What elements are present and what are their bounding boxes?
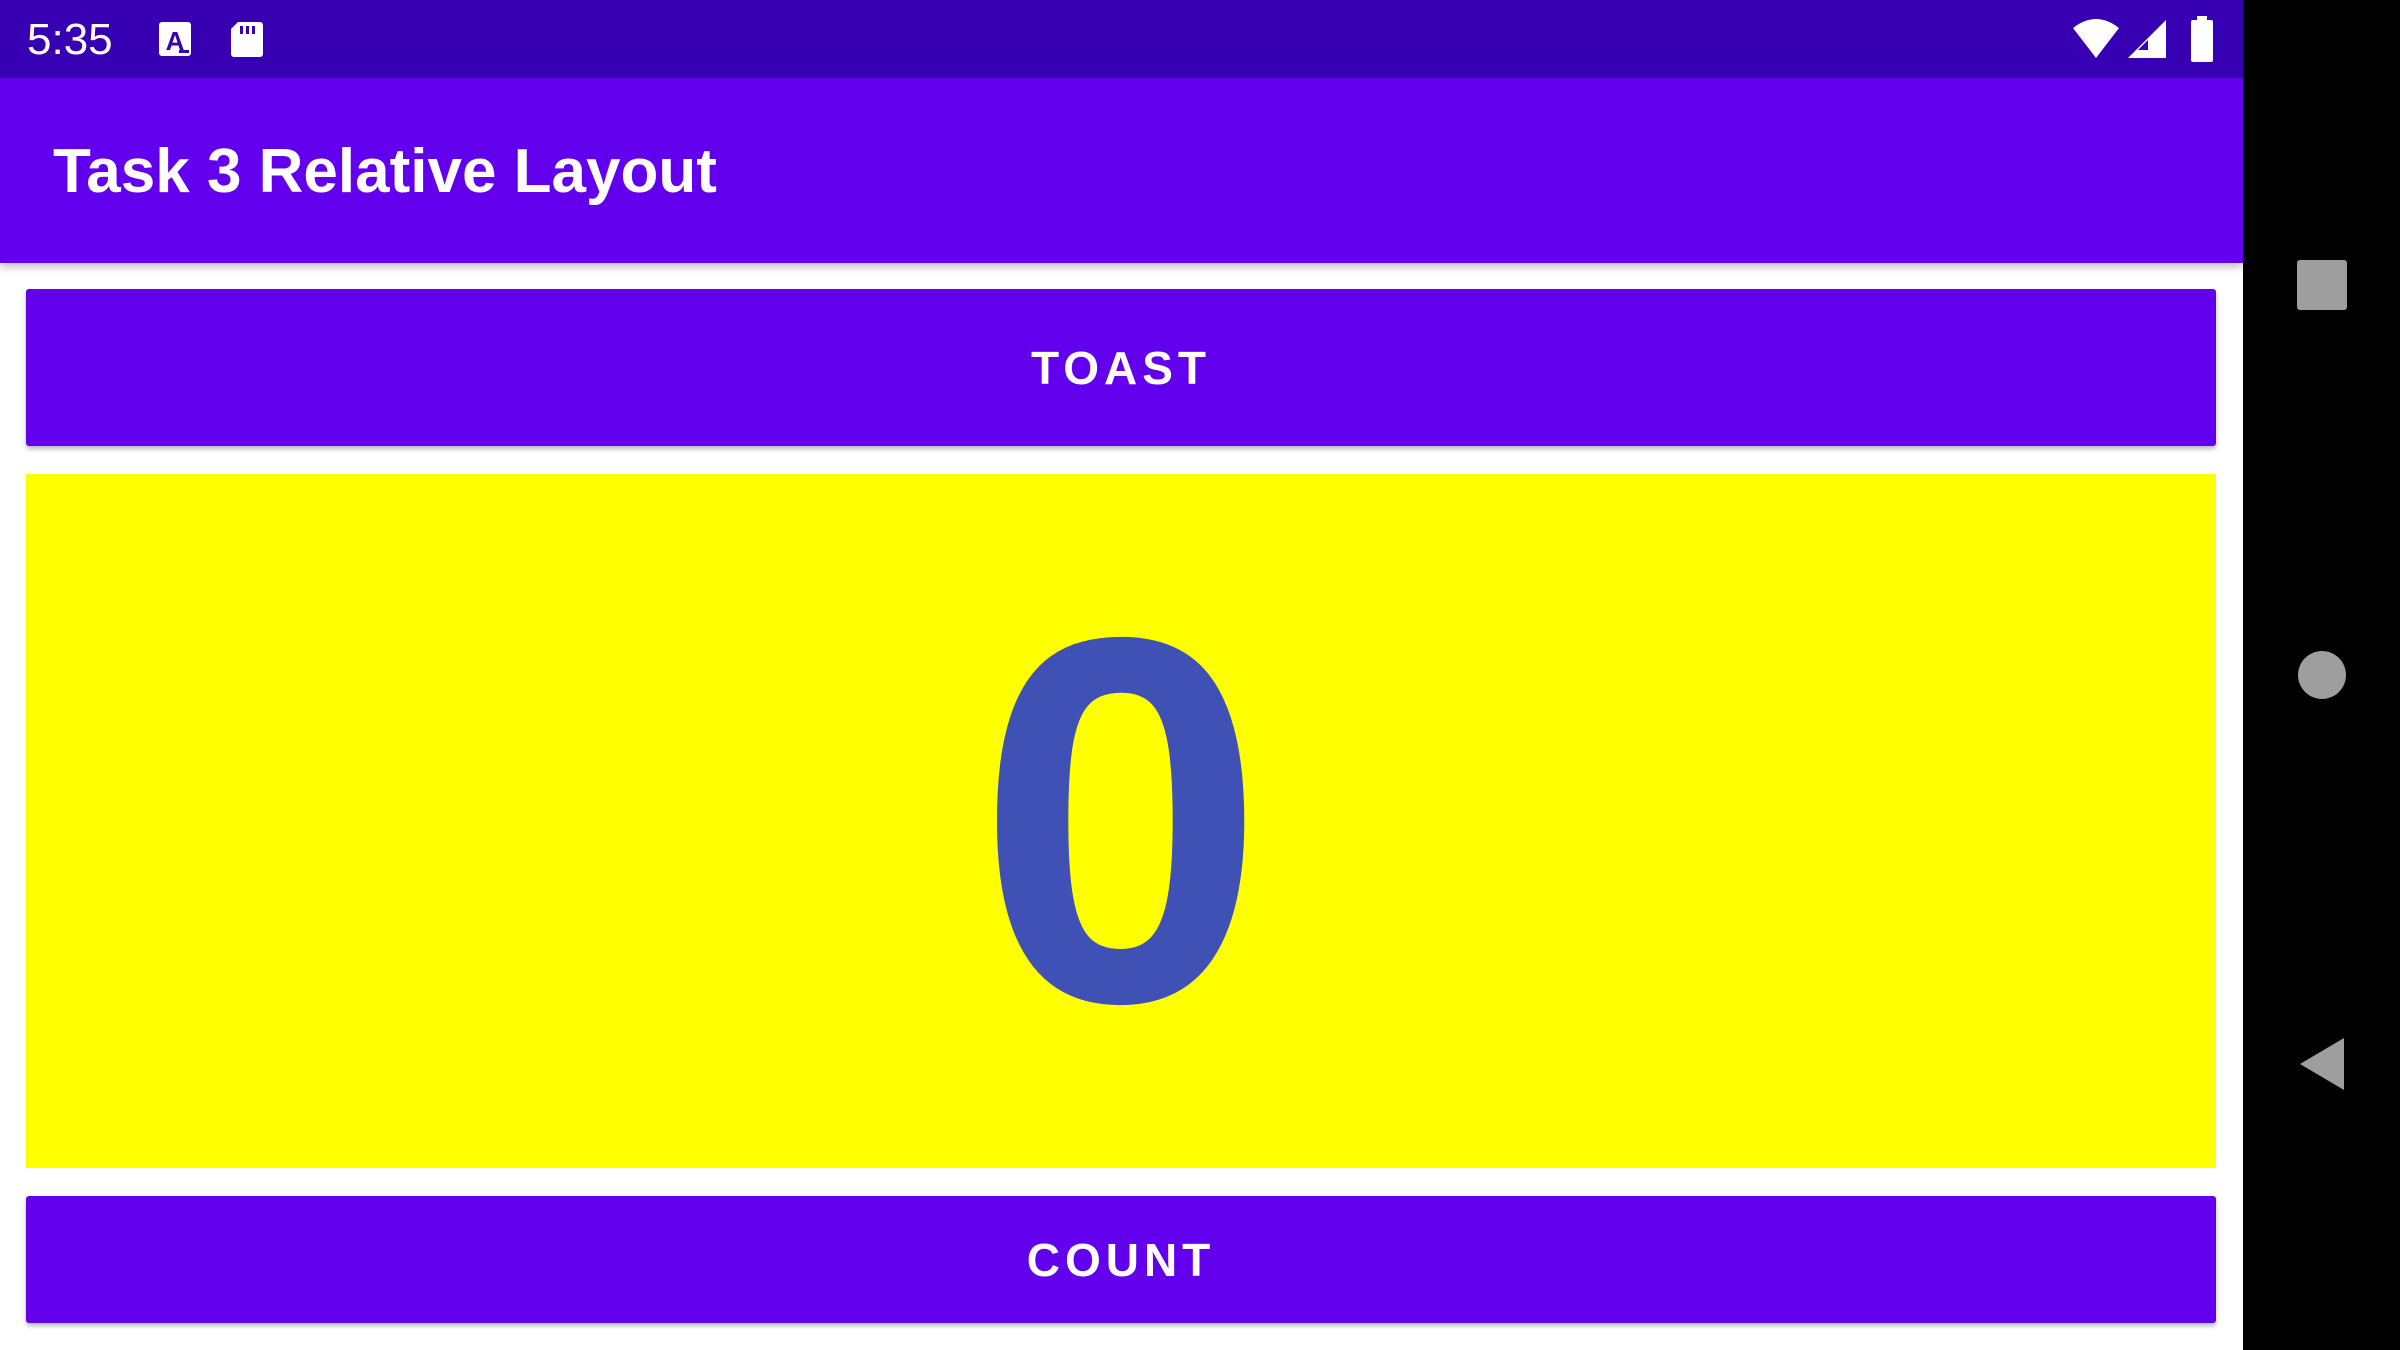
toast-button[interactable]: TOAST: [26, 289, 2216, 446]
recents-square-icon: [2296, 260, 2347, 310]
navigation-bar: [2243, 0, 2400, 1350]
back-button[interactable]: [2243, 1004, 2400, 1124]
app-title: Task 3 Relative Layout: [53, 137, 717, 206]
count-button[interactable]: COUNT: [26, 1196, 2216, 1323]
sd-card-icon: [226, 18, 268, 60]
status-time: 5:35: [27, 15, 113, 64]
count-value: 0: [976, 530, 1266, 1111]
battery-icon: [2188, 14, 2216, 64]
recents-button[interactable]: [2243, 225, 2400, 345]
count-display: 0: [26, 474, 2216, 1168]
status-bar: 5:35 A: [0, 0, 2243, 78]
home-button[interactable]: [2243, 615, 2400, 735]
app-screen: 5:35 A Task 3 Relative Layout TOAST 0 CO…: [0, 0, 2243, 1350]
wifi-icon: [2071, 16, 2121, 62]
back-triangle-icon: [2299, 1038, 2344, 1090]
app-bar: Task 3 Relative Layout: [0, 78, 2243, 263]
home-circle-icon: [2297, 651, 2346, 699]
a-badge-icon: A: [155, 18, 197, 60]
cell-signal-icon: [2126, 16, 2170, 62]
